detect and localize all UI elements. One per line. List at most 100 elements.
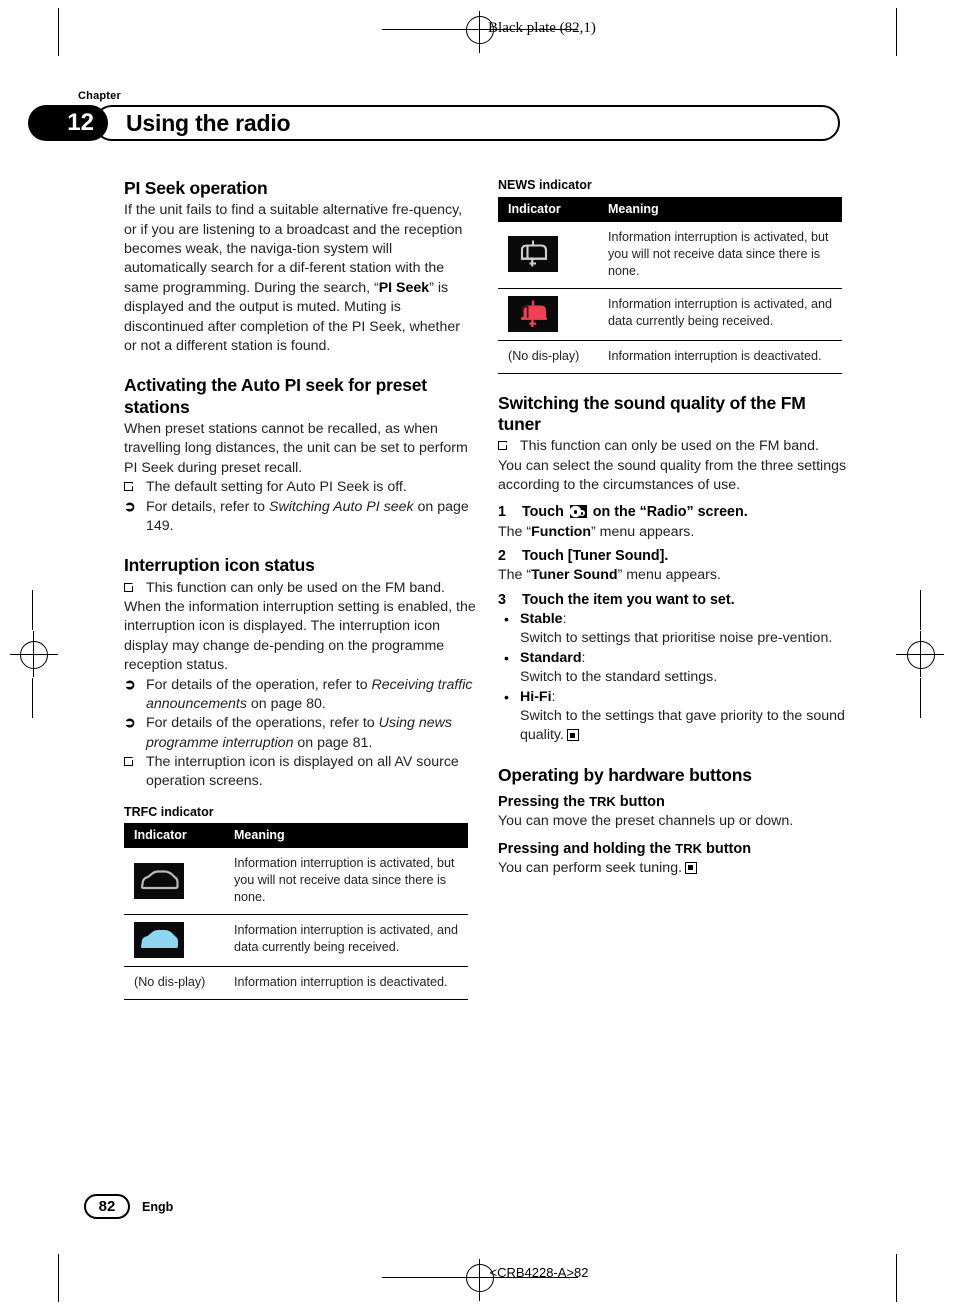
news-col-meaning: Meaning: [600, 196, 842, 222]
news-indicator-table: Indicator Meaning Information interrupti…: [498, 196, 842, 374]
step-3-text: Touch the item you want to set.: [522, 591, 735, 608]
interruption-note-2-text: For details of the operation, refer to R…: [146, 676, 476, 715]
pressing-trk-body: You can move the preset channels up or d…: [498, 813, 794, 830]
crop-rule-right-edge: [920, 590, 921, 630]
interruption-note-1: This function can only be used on the FM…: [124, 579, 476, 598]
news-row1-meaning: Information interruption is activated, b…: [600, 221, 842, 289]
right-column: NEWS indicator Indicator Meaning Informa…: [498, 178, 850, 878]
step-2-result-post: ” menu appears.: [617, 567, 721, 584]
page-title: Using the radio: [126, 110, 291, 136]
table-header-row: Indicator Meaning: [498, 196, 842, 222]
auto-pi-note-2-text: For details, refer to Switching Auto PI …: [146, 498, 476, 537]
option-standard-description: Switch to the standard settings.: [520, 669, 718, 686]
bullet-dot-icon: •: [504, 688, 509, 705]
step-1-number: 1: [498, 504, 506, 521]
news-table-caption: NEWS indicator: [498, 178, 592, 192]
option-hifi-name: Hi-Fi: [520, 688, 552, 705]
interruption-note-3-text: For details of the operations, refer to …: [146, 714, 476, 753]
interruption-note-1-text: This function can only be used on the FM…: [146, 579, 445, 596]
interruption-note-2-post: on page 80.: [246, 695, 326, 712]
news-row1-indicator: [498, 221, 600, 289]
option-standard: • Standard:: [498, 649, 850, 668]
note-arrow-icon: ➲: [124, 675, 136, 692]
step-3: 3 Touch the item you want to set.: [498, 591, 850, 610]
step-1-result-pre: The “: [498, 523, 532, 540]
trfc-col-indicator: Indicator: [124, 823, 226, 849]
interruption-note-3-pre: For details of the operations, refer to: [146, 715, 379, 732]
pi-seek-bold: PI Seek: [378, 279, 430, 296]
table-row: Information interruption is activated, a…: [498, 288, 842, 341]
mailbox-outline-icon: [508, 236, 558, 273]
option-stable-label: Stable:: [520, 610, 850, 629]
pi-seek-body: If the unit fails to find a suitable alt…: [124, 201, 476, 356]
pressing-trk-pre: Pressing the: [498, 794, 590, 811]
auto-pi-note-2: ➲ For details, refer to Switching Auto P…: [124, 498, 476, 537]
note-square-icon: [124, 478, 146, 497]
auto-pi-note-1-text: The default setting for Auto PI Seek is …: [146, 479, 407, 496]
trfc-row2-indicator: [124, 914, 226, 968]
pressing-trk-heading: Pressing the TRK button: [498, 793, 850, 811]
pressing-trk-post: button: [615, 794, 665, 811]
table-row: (No dis-play) Information interruption i…: [124, 966, 468, 1001]
trfc-row3-indicator: (No dis-play): [124, 966, 226, 1001]
interruption-note-4-text: The interruption icon is displayed on al…: [146, 754, 459, 790]
trfc-row1-meaning: Information interruption is activated, b…: [226, 848, 468, 916]
table-header-row: Indicator Meaning: [124, 823, 468, 849]
option-standard-name: Standard: [520, 649, 582, 666]
news-col-indicator: Indicator: [498, 196, 600, 222]
step-1-text-pre: Touch: [522, 504, 568, 521]
auto-pi-note-1: The default setting for Auto PI Seek is …: [124, 478, 476, 497]
bullet-dot-icon: •: [504, 611, 509, 628]
crop-rule-right-edge2: [920, 678, 921, 718]
step-1-result: The “Function” menu appears.: [498, 523, 850, 542]
step-2-number: 2: [498, 548, 506, 565]
chapter-word-label: Chapter: [78, 90, 121, 102]
option-hifi-description: Switch to the settings that gave priorit…: [498, 707, 850, 746]
option-standard-label: Standard:: [520, 649, 850, 668]
auto-pi-note-2-italic: Switching Auto PI seek: [269, 498, 414, 515]
trfc-row2-meaning: Information interruption is activated, a…: [226, 914, 468, 968]
news-row2-indicator: [498, 288, 600, 341]
crop-rule-left-edge: [32, 590, 33, 630]
auto-pi-note-2-pre: For details, refer to: [146, 498, 270, 515]
black-plate-label: Black plate (82,1): [488, 20, 596, 36]
page-number-badge: 82: [84, 1194, 130, 1219]
step-1-result-bold: Function: [531, 523, 592, 540]
trfc-row3-meaning: Information interruption is deactivated.: [226, 966, 468, 1001]
option-hifi-label: Hi-Fi:: [520, 688, 850, 707]
chapter-number-badge: 12: [28, 105, 108, 141]
step-1-text: Touch on the “Radio” screen.: [522, 503, 850, 522]
step-3-number: 3: [498, 591, 506, 608]
holding-trk-body: You can perform seek tuning.: [498, 859, 850, 878]
option-stable-description: Switch to settings that prioritise noise…: [520, 630, 833, 647]
step-2-result: The “Tuner Sound” menu appears.: [498, 566, 850, 585]
holding-trk-post: button: [701, 840, 752, 857]
option-stable-colon: :: [562, 611, 567, 628]
trfc-col-meaning: Meaning: [226, 823, 468, 849]
note-arrow-icon: ➲: [124, 497, 136, 514]
document-code-label: <CRB4228-A>82: [489, 1265, 589, 1280]
table-row: Information interruption is activated, b…: [124, 848, 468, 916]
gear-icon[interactable]: [569, 505, 587, 519]
step-2-text: Touch [Tuner Sound].: [522, 548, 669, 565]
holding-trk-heading: Pressing and holding the TRK button: [498, 840, 850, 858]
trfc-row1-indicator: [124, 848, 226, 916]
step-2: 2 Touch [Tuner Sound].: [498, 547, 850, 566]
holding-trk-body-text: You can perform seek tuning.: [498, 859, 683, 876]
holding-trk-pre: Pressing and holding the: [498, 840, 676, 857]
news-row3-meaning: Information interruption is deactivated.: [600, 340, 842, 374]
interruption-body: When the information interruption settin…: [124, 599, 476, 674]
interruption-heading: Interruption icon status: [124, 555, 315, 576]
step-1-text-post: on the “Radio” screen.: [588, 504, 748, 521]
news-row2-meaning: Information interruption is activated, a…: [600, 288, 842, 341]
sound-quality-note-1: This function can only be used on the FM…: [498, 437, 850, 456]
crop-rule-left-edge2: [32, 678, 33, 718]
step-2-result-pre: The “: [498, 567, 532, 584]
step-1-result-post: ” menu appears.: [591, 523, 695, 540]
mailbox-filled-icon: [508, 295, 558, 332]
language-code-label: Engb: [142, 1200, 174, 1214]
end-of-section-icon: [685, 861, 698, 874]
note-arrow-icon: ➲: [124, 714, 136, 731]
note-square-icon: [124, 753, 146, 792]
news-row3-indicator: (No dis-play): [498, 340, 600, 374]
